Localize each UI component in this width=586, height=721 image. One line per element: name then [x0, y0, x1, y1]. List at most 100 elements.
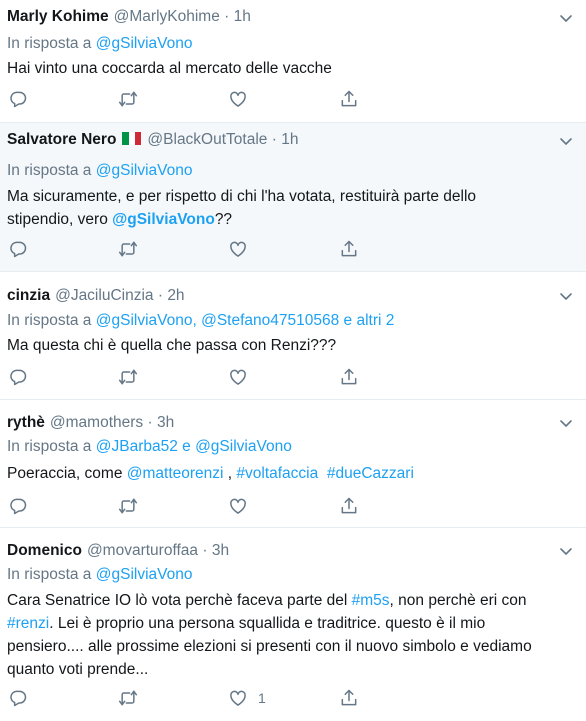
- like-button[interactable]: [228, 496, 248, 518]
- share-icon: [339, 688, 359, 708]
- author-name[interactable]: rythè: [7, 414, 45, 431]
- reply-button[interactable]: [8, 496, 28, 518]
- tweet[interactable]: Marly Kohime @MarlyKohime · 1h In rispost…: [0, 0, 586, 123]
- author-handle[interactable]: @BlackOutTotale: [147, 131, 267, 148]
- tweet-actions: [0, 89, 586, 111]
- tweet-text-part: Poeraccia, come: [7, 465, 127, 482]
- hashtag-link[interactable]: #renzi: [7, 615, 49, 632]
- share-button[interactable]: [339, 496, 359, 518]
- like-button[interactable]: [228, 239, 248, 261]
- tweet-text-part: ??: [214, 211, 233, 228]
- share-icon: [339, 496, 359, 516]
- like-icon: [228, 496, 248, 516]
- tweet-text-part: , non perchè eri con: [389, 592, 527, 609]
- italy-flag-icon: [122, 132, 142, 145]
- reply-button[interactable]: [8, 89, 28, 111]
- separator-dot: ·: [157, 287, 163, 304]
- tweet-text: Cara Senatrice IO lò vota perchè faceva …: [7, 589, 577, 681]
- reply-to-link[interactable]: @gSilviaVono: [96, 162, 193, 179]
- tweet-header: rythè @mamothers · 3h: [7, 414, 174, 432]
- chevron-down-icon[interactable]: [558, 133, 574, 149]
- hashtag-link[interactable]: #voltafaccia: [236, 465, 318, 482]
- reply-button[interactable]: [8, 688, 28, 710]
- separator-dot: ·: [147, 414, 153, 431]
- author-name[interactable]: Marly Kohime: [7, 8, 109, 25]
- mention-link[interactable]: @matteorenzi: [127, 465, 224, 482]
- tweet-text: Hai vinto una coccarda al mercato delle …: [7, 60, 332, 77]
- share-button[interactable]: [339, 688, 359, 710]
- like-button[interactable]: [228, 89, 248, 111]
- reply-icon: [8, 688, 28, 708]
- retweet-button[interactable]: [118, 688, 138, 710]
- like-button[interactable]: 1: [228, 688, 266, 710]
- like-button[interactable]: [228, 367, 248, 389]
- author-name[interactable]: cinzia: [7, 287, 50, 304]
- share-icon: [339, 239, 359, 259]
- mention-link[interactable]: @gSilviaVono: [112, 211, 215, 228]
- tweet-text-line: quanto voti prende...: [7, 661, 149, 678]
- retweet-button[interactable]: [118, 367, 138, 389]
- reply-to-link[interactable]: @JBarba52 e @gSilviaVono: [96, 438, 292, 455]
- share-icon: [339, 89, 359, 109]
- chevron-down-icon[interactable]: [558, 288, 574, 304]
- tweet-text: Ma questa chi è quella che passa con Ren…: [7, 337, 337, 354]
- reply-to-link[interactable]: @gSilviaVono: [96, 35, 193, 52]
- timestamp[interactable]: 3h: [212, 542, 229, 559]
- reply-prefix: In risposta a: [7, 312, 96, 329]
- tweet[interactable]: cinzia @JaciluCinzia · 2h In risposta a @…: [0, 272, 586, 400]
- timestamp[interactable]: 1h: [234, 8, 251, 25]
- tweet-actions: [0, 239, 586, 261]
- tweet-text: Poeraccia, come @matteorenzi , #voltafac…: [7, 462, 577, 485]
- tweet-text-part: ,: [223, 465, 237, 482]
- chevron-down-icon[interactable]: [558, 543, 574, 559]
- separator-dot: ·: [271, 131, 277, 148]
- hashtag-link[interactable]: #m5s: [352, 592, 390, 609]
- retweet-icon: [118, 239, 138, 259]
- like-icon: [228, 89, 248, 109]
- author-handle[interactable]: @movarturoffaa: [87, 542, 198, 559]
- timestamp[interactable]: 2h: [167, 287, 184, 304]
- reply-icon: [8, 239, 28, 259]
- tweet[interactable]: Domenico @movarturoffaa · 3h In risposta …: [0, 528, 586, 721]
- share-button[interactable]: [339, 367, 359, 389]
- reply-icon: [8, 496, 28, 516]
- reply-button[interactable]: [8, 239, 28, 261]
- author-name[interactable]: Salvatore Nero: [7, 131, 116, 148]
- reply-prefix: In risposta a: [7, 438, 96, 455]
- reply-prefix: In risposta a: [7, 566, 96, 583]
- retweet-icon: [118, 496, 138, 516]
- reply-icon: [8, 367, 28, 387]
- retweet-icon: [118, 367, 138, 387]
- retweet-button[interactable]: [118, 239, 138, 261]
- author-handle[interactable]: @MarlyKohime: [114, 8, 220, 25]
- author-name[interactable]: Domenico: [7, 542, 82, 559]
- like-icon: [228, 239, 248, 259]
- tweet-text-line: pensiero.... alle prossime elezioni si p…: [7, 638, 532, 655]
- tweet-actions: [0, 367, 586, 389]
- like-icon: [228, 688, 248, 708]
- separator-dot: ·: [202, 542, 208, 559]
- chevron-down-icon[interactable]: [558, 10, 574, 26]
- retweet-button[interactable]: [118, 89, 138, 111]
- tweet-header: Marly Kohime @MarlyKohime · 1h: [7, 8, 251, 26]
- share-button[interactable]: [339, 239, 359, 261]
- reply-context: In risposta a @gSilviaVono, @Stefano4751…: [7, 312, 394, 330]
- author-handle[interactable]: @JaciluCinzia: [55, 287, 153, 304]
- retweet-icon: [118, 688, 138, 708]
- reply-button[interactable]: [8, 367, 28, 389]
- tweet[interactable]: Salvatore Nero @BlackOutTotale · 1h In ri…: [0, 123, 586, 272]
- chevron-down-icon[interactable]: [558, 415, 574, 431]
- reply-to-link[interactable]: @gSilviaVono, @Stefano47510568 e altri 2: [96, 312, 395, 329]
- author-handle[interactable]: @mamothers: [50, 414, 143, 431]
- reply-to-link[interactable]: @gSilviaVono: [96, 566, 193, 583]
- retweet-button[interactable]: [118, 496, 138, 518]
- reply-context: In risposta a @gSilviaVono: [7, 35, 193, 53]
- timestamp[interactable]: 3h: [157, 414, 174, 431]
- hashtag-link[interactable]: #dueCazzari: [327, 465, 414, 482]
- tweet-text-part: [318, 465, 327, 482]
- tweet[interactable]: rythè @mamothers · 3h In risposta a @JBar…: [0, 400, 586, 528]
- retweet-icon: [118, 89, 138, 109]
- share-button[interactable]: [339, 89, 359, 111]
- timestamp[interactable]: 1h: [281, 131, 298, 148]
- tweet-text-part: Cara Senatrice IO lò vota perchè faceva …: [7, 592, 352, 609]
